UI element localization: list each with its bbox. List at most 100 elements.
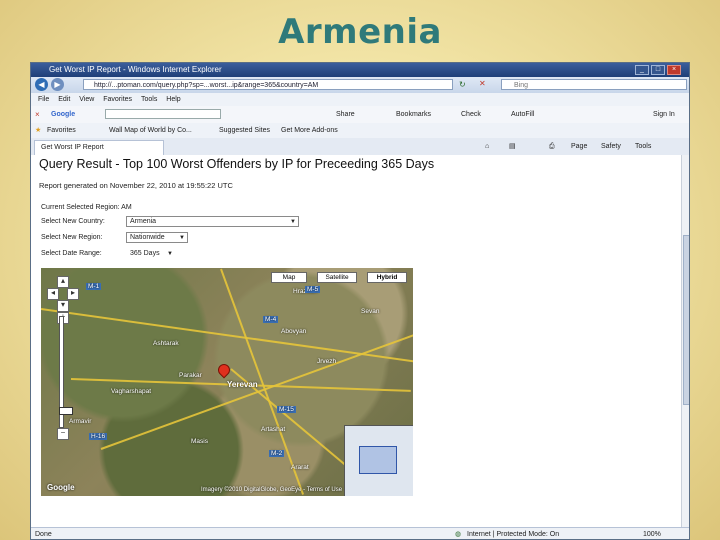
feeds-icon[interactable]: ▤	[509, 138, 516, 155]
window-titlebar: Get Worst IP Report - Windows Internet E…	[31, 63, 689, 77]
region-select[interactable]: Nationwide ▼	[126, 232, 188, 243]
map-zoom-control: ▴ ◂ ▸ ▾ + −	[47, 276, 79, 440]
map-place-label: Abovyan	[281, 328, 307, 335]
pan-left-icon[interactable]: ◂	[47, 288, 59, 300]
menu-favorites[interactable]: Favorites	[103, 96, 132, 103]
route-shield: M-2	[269, 450, 285, 457]
route-shield: H-16	[89, 433, 108, 440]
zoom-out-icon[interactable]: −	[57, 428, 69, 440]
route-shield: M-4	[263, 316, 279, 323]
page-menu[interactable]: Page	[571, 138, 587, 155]
region-select-value: Nationwide	[130, 234, 165, 241]
refresh-icon[interactable]: ↻	[459, 80, 466, 89]
overview-map[interactable]	[344, 425, 413, 496]
pan-down-icon[interactable]: ▾	[57, 300, 69, 312]
menu-bar: File Edit View Favorites Tools Help	[31, 93, 689, 107]
pan-up-icon[interactable]: ▴	[57, 276, 69, 288]
menu-edit[interactable]: Edit	[58, 96, 70, 103]
map-type-satellite-button[interactable]: Satellite	[317, 272, 357, 283]
menu-view[interactable]: View	[79, 96, 94, 103]
back-icon[interactable]: ◀	[35, 78, 48, 91]
date-range-select-value: 365 Days	[130, 250, 160, 257]
current-region-label: Current Selected Region:	[41, 204, 120, 211]
home-icon[interactable]: ⌂	[485, 138, 489, 155]
route-shield: M-1	[86, 283, 102, 290]
map-road	[41, 308, 413, 369]
maximize-icon[interactable]: □	[651, 65, 665, 75]
date-range-select[interactable]: 365 Days ▼	[126, 248, 176, 259]
chevron-down-icon: ▼	[167, 251, 173, 257]
country-label: Select New Country:	[41, 218, 105, 225]
page-heading: Query Result - Top 100 Worst Offenders b…	[39, 157, 435, 171]
menu-help[interactable]: Help	[166, 96, 180, 103]
page-content: Query Result - Top 100 Worst Offenders b…	[31, 155, 681, 527]
route-shield: M-5	[305, 286, 321, 293]
favorite-link-wall-map[interactable]: Wall Map of World by Co...	[109, 123, 192, 138]
current-region-row: Current Selected Region: AM	[41, 204, 132, 211]
stop-icon[interactable]: ✕	[479, 79, 486, 88]
map-place-label: Sevan	[361, 308, 380, 315]
security-zone[interactable]: Internet | Protected Mode: On	[467, 528, 559, 539]
favorites-button[interactable]: Favorites	[47, 123, 76, 138]
close-icon[interactable]: ×	[667, 65, 681, 75]
map-place-label: Jrvezh	[317, 358, 337, 365]
current-region-value: AM	[121, 204, 132, 211]
tools-menu[interactable]: Tools	[635, 138, 651, 155]
pan-right-icon[interactable]: ▸	[67, 288, 79, 300]
map-place-label: Ararat	[291, 464, 309, 471]
overview-viewport[interactable]	[359, 446, 397, 474]
zoom-slider-handle[interactable]	[59, 407, 73, 415]
map-place-label: Artashat	[261, 426, 286, 433]
autofill-button[interactable]: AutoFill	[511, 106, 534, 123]
menu-tools[interactable]: Tools	[141, 96, 157, 103]
zoom-slider-track[interactable]	[59, 316, 73, 428]
map-place-label: Ashtarak	[153, 340, 179, 347]
map-place-label: Masis	[191, 438, 208, 445]
map-place-label: Armavir	[69, 418, 92, 425]
map-place-label: Parakar	[179, 372, 202, 379]
favorite-link-suggested-sites[interactable]: Suggested Sites	[219, 123, 270, 138]
url-field[interactable]: http://...ptoman.com/query.php?sp=...wor…	[83, 79, 453, 90]
google-logo: Google	[51, 111, 76, 118]
status-bar: Done ◍ Internet | Protected Mode: On 100…	[31, 527, 689, 539]
address-bar: ◀ ▶ http://...ptoman.com/query.php?sp=..…	[31, 77, 689, 94]
safety-menu[interactable]: Safety	[601, 138, 621, 155]
map-type-hybrid-button[interactable]: Hybrid	[367, 272, 407, 283]
scrollbar-thumb[interactable]	[683, 235, 689, 405]
map-type-map-button[interactable]: Map	[271, 272, 307, 283]
check-button[interactable]: Check	[461, 106, 481, 123]
window-title: Get Worst IP Report - Windows Internet E…	[49, 65, 222, 74]
browser-screenshot: Get Worst IP Report - Windows Internet E…	[30, 62, 690, 540]
zoom-level[interactable]: 100%	[643, 528, 661, 539]
minimize-icon[interactable]: _	[635, 65, 649, 75]
country-select[interactable]: Armenia ▼	[126, 216, 299, 227]
map-view[interactable]: Ashtarak Yerevan Abovyan Artashat Armavi…	[41, 268, 413, 496]
chevron-down-icon: ▼	[290, 219, 296, 225]
bookmarks-button[interactable]: Bookmarks	[396, 106, 431, 123]
favorite-link-add-ons[interactable]: Get More Add-ons	[281, 123, 338, 138]
vertical-scrollbar[interactable]	[681, 155, 689, 527]
slide-title: Armenia	[278, 12, 442, 52]
map-copyright: Imagery ©2010 DigitalGlobe, GeoEye - Ter…	[201, 487, 343, 493]
globe-icon: ◍	[455, 531, 462, 538]
search-input[interactable]: Bing	[501, 79, 687, 90]
tab-worst-ip-report[interactable]: Get Worst IP Report	[34, 140, 164, 155]
region-label: Select New Region:	[41, 234, 103, 241]
forward-icon[interactable]: ▶	[51, 78, 64, 91]
star-icon: ★	[35, 127, 42, 134]
map-place-label: Yerevan	[227, 380, 258, 389]
location-marker-icon[interactable]	[215, 361, 233, 379]
favorites-bar: ★ Favorites Wall Map of World by Co... S…	[31, 123, 689, 139]
menu-file[interactable]: File	[38, 96, 49, 103]
report-timestamp: Report generated on November 22, 2010 at…	[39, 181, 233, 190]
google-toolbar: × Google Share Bookmarks Check AutoFill …	[31, 106, 689, 124]
country-select-value: Armenia	[130, 218, 157, 225]
close-toolbar-icon[interactable]: ×	[35, 106, 40, 123]
date-range-label: Select Date Range:	[41, 250, 102, 257]
tab-bar: Get Worst IP Report ⌂ ▤ ⎙ Page Safety To…	[31, 138, 689, 156]
sign-in-button[interactable]: Sign In	[653, 106, 675, 123]
route-shield: M-15	[277, 406, 296, 413]
google-search-input[interactable]	[105, 109, 221, 119]
print-icon[interactable]: ⎙	[549, 138, 555, 155]
share-button[interactable]: Share	[336, 106, 355, 123]
